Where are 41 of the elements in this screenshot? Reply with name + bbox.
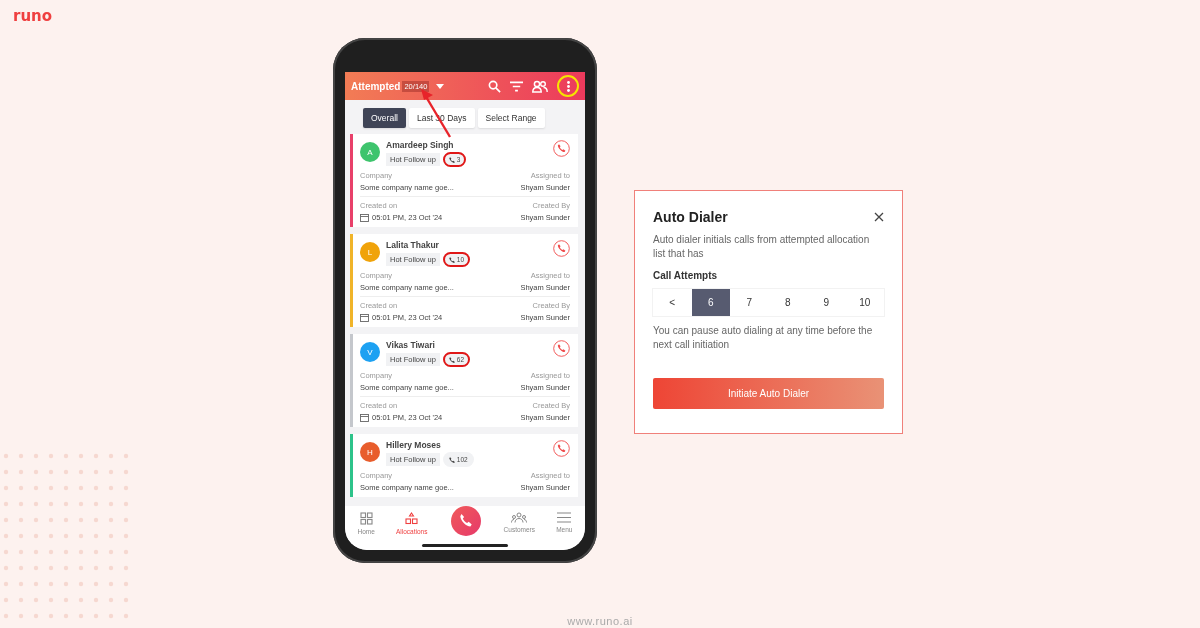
search-icon[interactable] — [488, 79, 501, 93]
lead-name: Amardeep Singh — [386, 140, 455, 150]
filter-tab[interactable]: Overall — [363, 108, 406, 128]
avatar: H — [360, 442, 380, 462]
avatar: V — [360, 342, 380, 362]
phone-icon — [448, 356, 455, 363]
call-button-icon[interactable] — [553, 440, 570, 457]
more-icon — [566, 80, 570, 92]
lead-name: Vikas Tiwari — [386, 340, 436, 350]
avatar: A — [360, 142, 380, 162]
attempt-option[interactable]: 6 — [691, 289, 730, 316]
menu-icon — [557, 512, 572, 523]
call-button-icon[interactable] — [553, 140, 570, 157]
lead-name: Hillery Moses — [386, 440, 442, 450]
phone-icon — [448, 256, 455, 263]
call-button-icon[interactable] — [553, 240, 570, 257]
brand-logo: runo — [13, 7, 53, 25]
dialog-title: Auto Dialer — [653, 209, 728, 225]
calendar-icon — [360, 413, 369, 422]
phone-icon — [448, 456, 455, 463]
phone-icon — [448, 156, 455, 163]
people-icon — [511, 512, 528, 523]
calendar-icon — [360, 213, 369, 222]
avatar: L — [360, 242, 380, 262]
website-url: www.runo.ai — [566, 615, 634, 627]
more-menu-button[interactable] — [557, 75, 579, 97]
list-title: Attempted — [351, 80, 401, 92]
calendar-icon — [360, 313, 369, 322]
caret-icon[interactable] — [436, 83, 445, 89]
lead-name: Lalita Thakur — [386, 240, 440, 250]
attempts-label: Call Attempts — [653, 270, 719, 281]
call-button-icon[interactable] — [553, 340, 570, 357]
grid-icon — [359, 512, 373, 525]
filter-tab[interactable]: Select Range — [477, 108, 545, 128]
call-fab-icon[interactable] — [450, 506, 481, 536]
close-icon[interactable] — [874, 212, 884, 222]
filter-icon[interactable] — [510, 80, 523, 92]
dialog-note: You can pause auto dialing at any time before the next call initiation — [653, 324, 874, 352]
shapes-icon — [405, 512, 419, 525]
people-icon[interactable] — [532, 79, 548, 93]
dialog-description: Auto dialer initials calls from attempted allocation list that has — [653, 233, 871, 261]
